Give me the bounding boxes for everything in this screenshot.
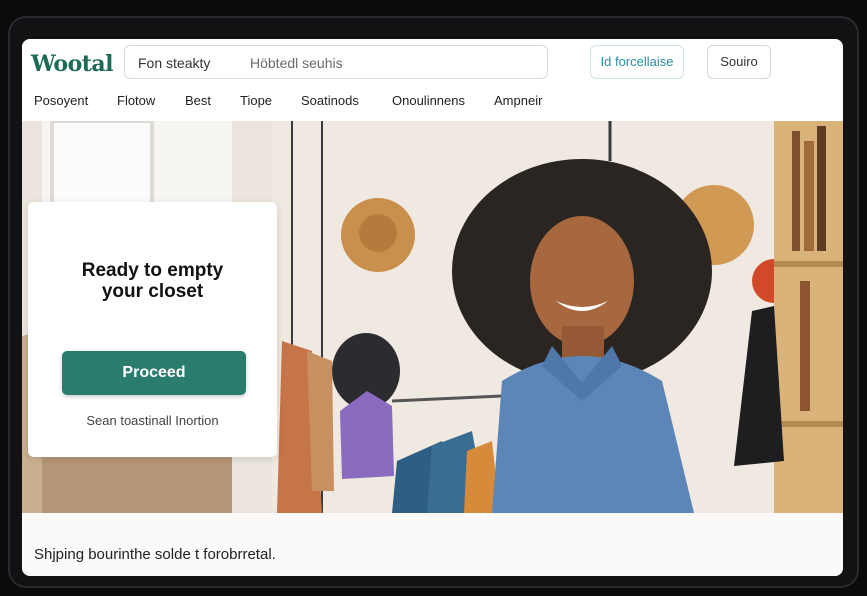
promo-link[interactable]: Sean toastinall Inortion [28, 413, 277, 428]
nav-item-7[interactable]: Ampneir [494, 93, 542, 108]
nav-item-6[interactable]: Onoulinnens [392, 93, 465, 108]
proceed-button[interactable]: Proceed [62, 351, 246, 395]
site-logo[interactable]: Wootal [31, 51, 114, 77]
footer-text: Shjping bourinthe solde t forobrretal. [34, 546, 276, 563]
nav-item-2[interactable]: Flotow [117, 93, 155, 108]
nav-item-4[interactable]: Tiope [240, 93, 272, 108]
nav-item-5[interactable]: Soatinods [301, 93, 359, 108]
primary-action-button[interactable]: Id forcellaise [590, 45, 684, 79]
promo-card: Ready to empty your closet Proceed Sean … [28, 202, 277, 457]
search-category[interactable]: Fon steakty [138, 55, 210, 71]
site-header: Wootal Fon steakty Höbtedl seuhis Id for… [22, 39, 843, 121]
device-background: Wootal Fon steakty Höbtedl seuhis Id for… [0, 0, 867, 596]
promo-title-line2: your closet [101, 281, 204, 302]
search-bar[interactable]: Fon steakty Höbtedl seuhis [124, 45, 548, 79]
nav-item-3[interactable]: Best [185, 93, 211, 108]
category-nav: Posoyent Flotow Best Tiope Soatinods Ono… [22, 93, 843, 117]
hero-section: Ready to empty your closet Proceed Sean … [22, 121, 843, 513]
secondary-action-button[interactable]: Souiro [707, 45, 771, 79]
footer-banner: Shjping bourinthe solde t forobrretal. [22, 513, 843, 576]
browser-screen: Wootal Fon steakty Höbtedl seuhis Id for… [22, 39, 843, 576]
search-input[interactable]: Höbtedl seuhis [250, 55, 343, 71]
nav-item-1[interactable]: Posoyent [34, 93, 88, 108]
promo-title-line1: Ready to empty [81, 260, 224, 281]
promo-title: Ready to empty your closet [28, 260, 277, 302]
